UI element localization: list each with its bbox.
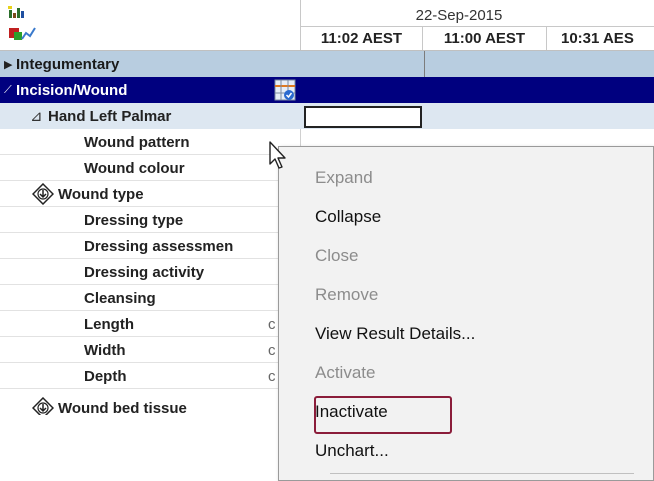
date-header: 22-Sep-2015 [415,6,503,24]
unit-label: c [268,367,276,385]
collapse-arrow-icon[interactable]: ⊿ [30,103,43,129]
row-label: Wound bed tissue [58,399,187,416]
unit-label: c [268,315,276,333]
header-divider [300,0,301,50]
row-label: Wound pattern [84,133,190,151]
menu-item-collapse[interactable]: Collapse [315,202,381,232]
time-column-2[interactable]: 11:00 AEST [422,26,546,50]
time-column-1[interactable]: 11:02 AEST [300,26,422,50]
menu-item-expand[interactable]: Expand [315,163,373,193]
row-label: Wound colour [84,159,185,177]
collapse-arrow-icon[interactable]: ⟋ [4,77,12,103]
menu-item-close[interactable]: Close [315,241,358,271]
row-label: Dressing activity [84,263,205,281]
menu-item-activate[interactable]: Activate [315,358,375,388]
row-label: Dressing assessmen [84,237,234,255]
menu-item-view-result-details[interactable]: View Result Details... [315,319,475,349]
subsection-row-hand-left-palmar[interactable]: ⊿ Hand Left Palmar [0,103,654,129]
row-label: Integumentary [16,55,120,73]
row-label: Depth [84,367,127,385]
row-label: Cleansing [84,289,156,307]
selected-cell[interactable] [304,106,422,128]
time-column-3[interactable]: 10:31 AES [546,26,654,50]
diamond-arrow-icon [32,181,54,207]
row-label: Wound type [58,185,144,203]
row-label: Hand Left Palmar [48,107,172,125]
menu-separator [330,473,634,474]
header-divider [300,26,654,27]
flowsheet-background [0,415,278,481]
highlight-annotation [314,396,452,434]
flowsheet-chart-icon[interactable] [8,6,38,46]
column-divider [424,51,425,77]
expand-triangle-icon[interactable]: ▶ [4,51,12,77]
mouse-pointer-icon [268,140,290,172]
unit-label: c [268,341,276,359]
menu-item-remove[interactable]: Remove [315,280,378,310]
row-label: Length [84,315,134,333]
task-grid-icon[interactable] [274,77,296,103]
row-label: Dressing type [84,211,184,229]
menu-item-unchart[interactable]: Unchart... [315,436,389,466]
row-label: Width [84,341,126,359]
section-row-incision-wound[interactable]: ⟋ Incision/Wound [0,77,654,103]
diamond-arrow-icon [32,395,54,415]
flowsheet-header: 22-Sep-2015 11:02 AEST 11:00 AEST 10:31 … [0,0,654,50]
section-row-integumentary[interactable]: ▶ Integumentary [0,51,654,77]
row-label: Incision/Wound [16,81,128,99]
